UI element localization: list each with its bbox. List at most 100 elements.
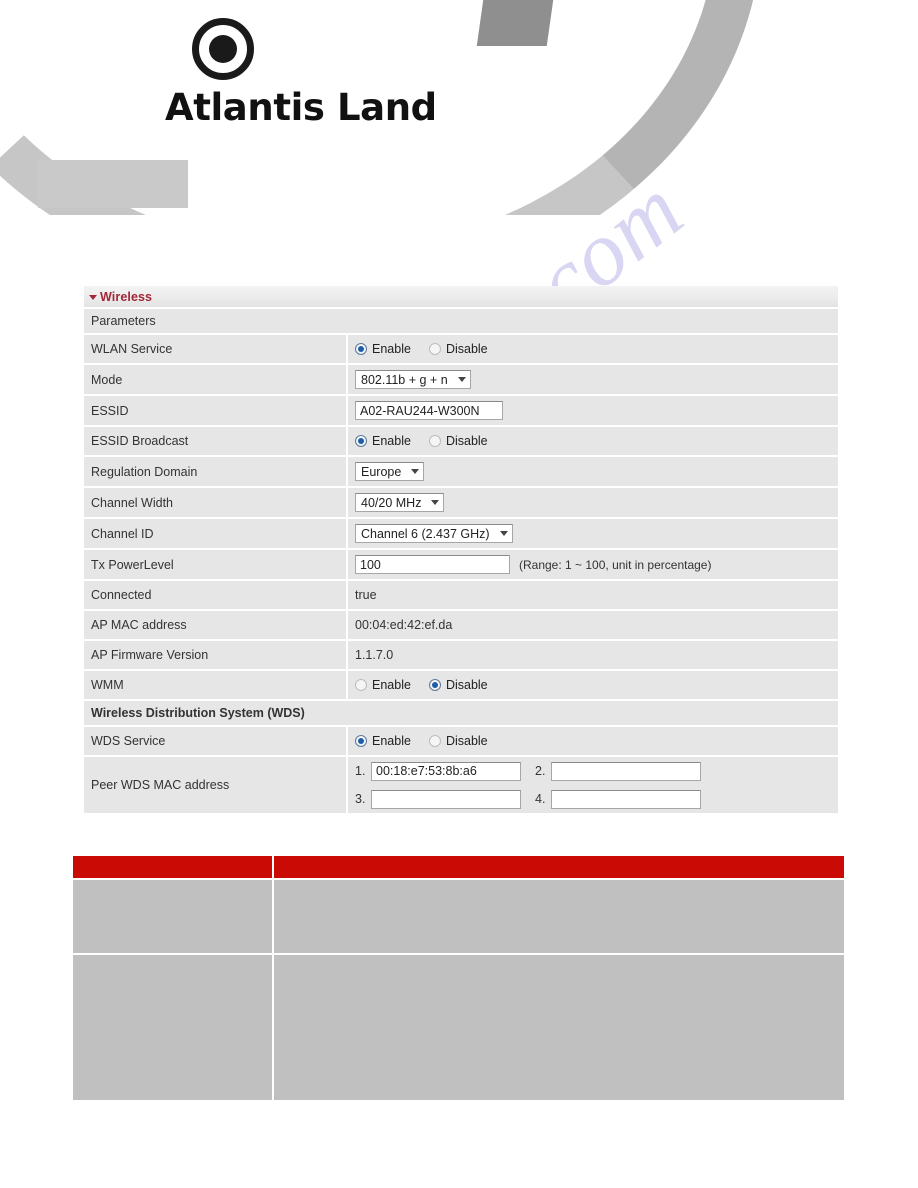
peer-wds-mac-input-1-value: 00:18:e7:53:8b:a6 (376, 764, 477, 778)
row-tx-power-level: Tx PowerLevel 100 (Range: 1 ~ 100, unit … (84, 548, 838, 579)
table-row (73, 880, 844, 955)
wlan-service-radio-group: Enable Disable (355, 342, 488, 356)
wmm-disable-option[interactable]: Disable (428, 678, 488, 692)
row-wmm-label: WMM (84, 671, 348, 699)
wlan-service-disable-label: Disable (445, 342, 488, 356)
panel-titlebar[interactable]: Wireless (84, 286, 838, 307)
row-mode-label: Mode (84, 365, 348, 394)
row-ap-mac-address-label: AP MAC address (84, 611, 348, 639)
essid-input[interactable]: A02-RAU244-W300N (355, 401, 503, 420)
description-table-row-1-col-a-text (73, 880, 272, 888)
channel-id-select-value: Channel 6 (2.437 GHz) (361, 526, 490, 541)
radio-icon[interactable] (428, 435, 441, 447)
row-peer-wds-mac-address-label: Peer WDS MAC address (84, 757, 348, 813)
description-table-header-col-b (274, 856, 844, 880)
description-table-header-row (73, 856, 844, 880)
decorative-swoosh-tail (38, 160, 188, 208)
description-table-header-col-b-text (274, 856, 844, 864)
radio-icon[interactable] (428, 679, 441, 691)
description-table-row-1-col-a (73, 880, 274, 955)
row-essid-broadcast-value: Enable Disable (348, 427, 838, 455)
wds-service-disable-option[interactable]: Disable (428, 734, 488, 748)
essid-broadcast-enable-option[interactable]: Enable (355, 434, 411, 448)
mode-select-value: 802.11b + g + n (361, 372, 448, 387)
row-connected-value: true (348, 581, 838, 609)
radio-icon[interactable] (428, 735, 441, 747)
peer-wds-mac-row-bottom: 3. 4. (348, 785, 838, 813)
row-peer-wds-mac-address-value: 1. 00:18:e7:53:8b:a6 2. 3. 4. (348, 757, 838, 813)
section-header-parameters-label: Parameters (91, 314, 156, 328)
wds-service-enable-option[interactable]: Enable (355, 734, 411, 748)
description-table-header-col-a (73, 856, 274, 880)
row-tx-power-level-value: 100 (Range: 1 ~ 100, unit in percentage) (348, 550, 838, 579)
row-essid: ESSID A02-RAU244-W300N (84, 394, 838, 425)
row-wds-service-label: WDS Service (84, 727, 348, 755)
row-essid-broadcast: ESSID Broadcast Enable Disable (84, 425, 838, 455)
radio-icon[interactable] (428, 343, 441, 355)
row-wds-service: WDS Service Enable Disable (84, 725, 838, 755)
essid-broadcast-disable-option[interactable]: Disable (428, 434, 488, 448)
row-ap-mac-address-value: 00:04:ed:42:ef.da (348, 611, 838, 639)
wlan-service-enable-label: Enable (372, 342, 411, 356)
row-wlan-service: WLAN Service Enable Disable (84, 333, 838, 363)
description-table-row-1-col-b (274, 880, 844, 955)
essid-broadcast-disable-label: Disable (445, 434, 488, 448)
peer-wds-mac-input-3[interactable] (371, 789, 521, 809)
regulation-domain-select[interactable]: Europe (355, 462, 425, 481)
description-table-row-1-col-b-text (274, 880, 844, 888)
mode-select[interactable]: 802.11b + g + n (355, 370, 471, 389)
brand-logo-text: Atlantis Land (165, 86, 437, 129)
radio-icon[interactable] (355, 735, 367, 747)
essid-input-value: A02-RAU244-W300N (360, 403, 480, 418)
wmm-radio-group: Enable Disable (355, 678, 488, 692)
triangle-down-icon[interactable] (89, 294, 97, 300)
connected-status-text: true (355, 588, 377, 602)
row-mode-value: 802.11b + g + n (348, 365, 838, 394)
wmm-disable-label: Disable (445, 678, 488, 692)
row-ap-firmware-version-value: 1.1.7.0 (348, 641, 838, 669)
radio-icon[interactable] (355, 343, 367, 355)
row-ap-firmware-version-label: AP Firmware Version (84, 641, 348, 669)
description-table-row-2-col-b (274, 955, 844, 1100)
row-essid-label: ESSID (84, 396, 348, 425)
tx-power-level-input[interactable]: 100 (355, 555, 510, 574)
chevron-down-icon[interactable] (457, 377, 466, 382)
peer-wds-mac-cell-2: 2. (535, 761, 701, 781)
wlan-service-enable-option[interactable]: Enable (355, 342, 411, 356)
peer-wds-mac-cell-1: 1. 00:18:e7:53:8b:a6 (355, 761, 521, 781)
row-channel-width-value: 40/20 MHz (348, 488, 838, 517)
tx-power-level-input-value: 100 (360, 557, 381, 572)
chevron-down-icon[interactable] (499, 531, 508, 536)
section-header-wds: Wireless Distribution System (WDS) (84, 699, 838, 725)
tx-power-level-hint: (Range: 1 ~ 100, unit in percentage) (519, 557, 712, 572)
peer-wds-mac-input-4[interactable] (551, 789, 701, 809)
row-wlan-service-value: Enable Disable (348, 335, 838, 363)
essid-broadcast-enable-label: Enable (372, 434, 411, 448)
channel-id-select[interactable]: Channel 6 (2.437 GHz) (355, 524, 513, 543)
row-tx-power-level-label: Tx PowerLevel (84, 550, 348, 579)
ap-firmware-version-text: 1.1.7.0 (355, 648, 394, 662)
wlan-service-disable-option[interactable]: Disable (428, 342, 488, 356)
row-ap-mac-address: AP MAC address 00:04:ed:42:ef.da (84, 609, 838, 639)
radio-icon[interactable] (355, 679, 367, 691)
peer-wds-mac-row-top: 1. 00:18:e7:53:8b:a6 2. (348, 757, 838, 785)
chevron-down-icon[interactable] (411, 469, 420, 474)
wmm-enable-option[interactable]: Enable (355, 678, 411, 692)
description-table-row-2-col-b-text (274, 955, 844, 963)
row-connected-label: Connected (84, 581, 348, 609)
row-wds-service-value: Enable Disable (348, 727, 838, 755)
wmm-enable-label: Enable (372, 678, 411, 692)
radio-icon[interactable] (355, 435, 367, 447)
section-header-parameters: Parameters (84, 307, 838, 333)
channel-width-select[interactable]: 40/20 MHz (355, 493, 445, 512)
row-essid-broadcast-label: ESSID Broadcast (84, 427, 348, 455)
row-channel-id-label: Channel ID (84, 519, 348, 548)
row-wlan-service-label: WLAN Service (84, 335, 348, 363)
chevron-down-icon[interactable] (431, 500, 440, 505)
circle-dot-logo-icon (192, 18, 254, 80)
description-table (73, 856, 844, 1100)
row-wmm-value: Enable Disable (348, 671, 838, 699)
peer-wds-mac-input-2[interactable] (551, 761, 701, 781)
row-channel-id-value: Channel 6 (2.437 GHz) (348, 519, 838, 548)
peer-wds-mac-input-1[interactable]: 00:18:e7:53:8b:a6 (371, 761, 521, 781)
